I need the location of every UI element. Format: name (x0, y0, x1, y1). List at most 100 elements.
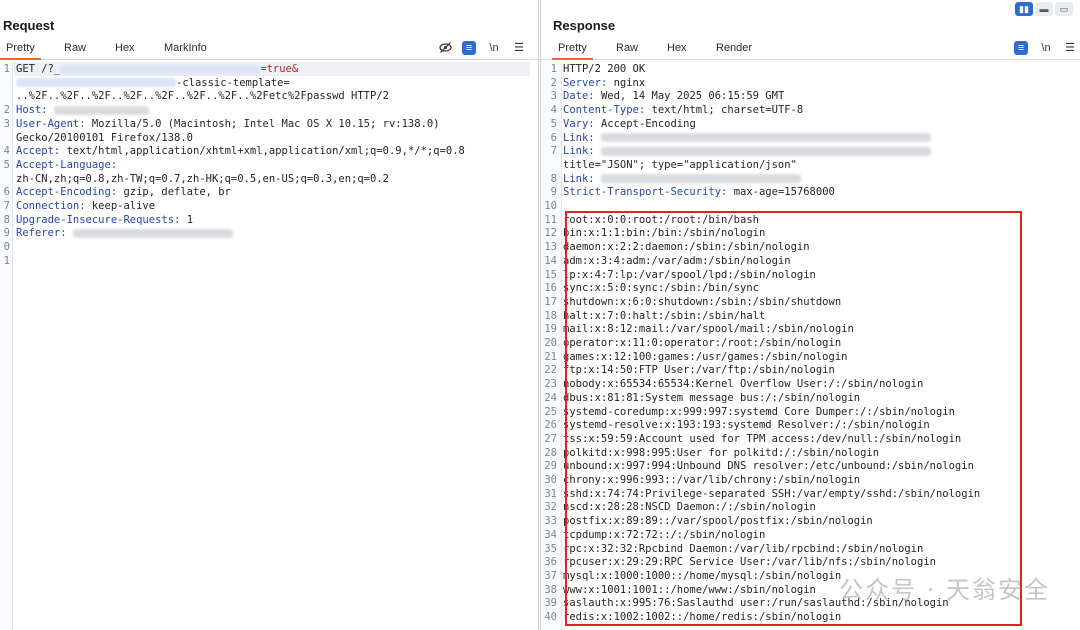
tab-hex[interactable]: Hex (667, 42, 687, 54)
tab-render[interactable]: Render (716, 42, 752, 54)
line-number: 11 (544, 213, 557, 226)
line-number: 25 (544, 405, 557, 418)
line-number: 8 (550, 172, 557, 185)
code-text: max-age=15768000 (733, 186, 835, 199)
code-text: text/html,application/xhtml+xml,applicat… (66, 145, 465, 158)
header-name: Strict-Transport-Security: (563, 186, 734, 199)
code-text: GET /?_ (16, 63, 61, 75)
line-number: 7 (3, 200, 10, 212)
redacted-text (600, 174, 801, 184)
redacted-text (16, 78, 176, 88)
code-text: ..%2F..%2F..%2F..%2F..%2F..%2F..%2F..%2F… (16, 90, 389, 103)
code-line: 2 Host: (0, 104, 149, 118)
code-line: Gecko/20100101 Firefox/138.0 (0, 132, 193, 146)
code-line: 7 Link: (541, 145, 931, 159)
code-line: 5 Vary: Accept-Encoding (541, 118, 696, 132)
tab-markinfo[interactable]: MarkInfo (164, 42, 207, 54)
line-number: 12 (544, 227, 557, 240)
header-name: Server: (563, 76, 614, 89)
tab-raw[interactable]: Raw (616, 42, 638, 54)
line-number: 4 (550, 104, 557, 117)
code-line: 5 Accept-Language: (0, 159, 117, 173)
line-number: 17 (544, 295, 557, 308)
code-text: Wed, 14 May 2025 06:15:59 GMT (600, 90, 785, 103)
single-view-icon[interactable]: ▭ (1055, 2, 1073, 16)
line-number: 1 (3, 254, 10, 267)
split-view-icon[interactable]: ▮▮ (1015, 2, 1033, 16)
newline-icon[interactable]: \n (1039, 41, 1053, 55)
menu-icon[interactable]: ☰ (512, 41, 526, 55)
eye-off-icon[interactable] (438, 41, 452, 55)
code-line: 0 (0, 241, 16, 255)
code-text: Accept-Encoding (600, 117, 696, 130)
line-number: 24 (544, 391, 557, 404)
line-number: 0 (3, 241, 10, 254)
line-number: 28 (544, 446, 557, 459)
horizontal-view-icon[interactable]: ▬ (1035, 2, 1053, 16)
code-line: 4 Accept: text/html,application/xhtml+xml… (0, 145, 465, 159)
line-number: 2 (550, 76, 557, 89)
line-number: 3 (550, 90, 557, 103)
line-number: 37 (544, 569, 557, 582)
code-line: 8 Link: (541, 173, 801, 187)
code-text: HTTP/2 200 OK (563, 63, 646, 75)
header-name: Link: (563, 172, 601, 185)
code-text: -classic-template= (176, 76, 290, 89)
code-text: nginx (613, 76, 646, 89)
line-number: 38 (544, 583, 557, 596)
code-text: keep-alive (91, 200, 156, 212)
newline-icon[interactable]: \n (487, 41, 501, 55)
line-number: 40 (544, 611, 557, 623)
header-name: Date: (563, 90, 601, 103)
header-name: Content-Type: (563, 104, 652, 117)
line-number: 15 (544, 268, 557, 281)
request-editor[interactable]: 1 GET /?_ =true& -classic-template= ..%2F..%… (0, 62, 538, 630)
code-line: 9 Referer: (0, 227, 233, 241)
code-text: Gecko/20100101 Firefox/138.0 (16, 131, 194, 144)
code-line: ..%2F..%2F..%2F..%2F..%2F..%2F..%2F..%2F… (0, 90, 389, 104)
wrap-icon[interactable]: ≡ (1014, 41, 1028, 55)
line-number: 27 (544, 432, 557, 445)
line-number: 34 (544, 528, 557, 541)
code-line: 3 User-Agent: Mozilla/5.0 (Macintosh; Int… (0, 118, 440, 132)
line-number: 3 (3, 117, 10, 130)
line-number: 19 (544, 323, 557, 336)
code-line: 6 Accept-Encoding: gzip, deflate, br (0, 186, 231, 200)
line-number: 16 (544, 282, 557, 295)
redacted-text (53, 105, 149, 115)
code-text: Mozilla/5.0 (Macintosh; Intel Mac OS X 1… (91, 117, 440, 130)
line-number: 29 (544, 460, 557, 473)
line-number: 5 (3, 158, 10, 171)
code-line: title="JSON"; type="application/json" (541, 159, 797, 173)
wrap-icon[interactable]: ≡ (462, 41, 476, 55)
line-number: 4 (3, 145, 10, 158)
header-name: Link: (563, 131, 601, 144)
line-number: 10 (544, 200, 557, 212)
code-line: 1 GET /?_ =true& (0, 63, 299, 77)
line-number: 6 (3, 186, 10, 199)
line-number: 14 (544, 254, 557, 267)
line-number: 13 (544, 241, 557, 254)
line-number: 39 (544, 597, 557, 610)
tab-pretty[interactable]: Pretty (0, 42, 41, 60)
line-number: 31 (544, 487, 557, 500)
code-line: zh-CN,zh;q=0.8,zh-TW;q=0.7,zh-HK;q=0.5,e… (0, 173, 389, 187)
line-number: 18 (544, 309, 557, 322)
line-number: 36 (544, 556, 557, 569)
tab-pretty[interactable]: Pretty (552, 42, 593, 60)
menu-icon[interactable]: ☰ (1063, 41, 1077, 55)
tab-raw[interactable]: Raw (64, 42, 86, 54)
line-number: 22 (544, 364, 557, 377)
line-number: 32 (544, 501, 557, 514)
line-number: 21 (544, 350, 557, 363)
passwd-highlight-box (565, 211, 1022, 626)
response-title: Response (553, 18, 616, 33)
tab-hex[interactable]: Hex (115, 42, 135, 54)
response-tabbar: Pretty Raw Hex Render ≡ \n ☰ (541, 40, 1080, 60)
line-number: 35 (544, 542, 557, 555)
line-number: 6 (550, 131, 557, 144)
line-number: 23 (544, 378, 557, 391)
code-line: 8 Upgrade-Insecure-Requests: 1 (0, 214, 193, 228)
request-pane: Request Pretty Raw Hex MarkInfo ≡ \n ☰ 1… (0, 0, 539, 630)
code-line: 4 Content-Type: text/html; charset=UTF-8 (541, 104, 804, 118)
